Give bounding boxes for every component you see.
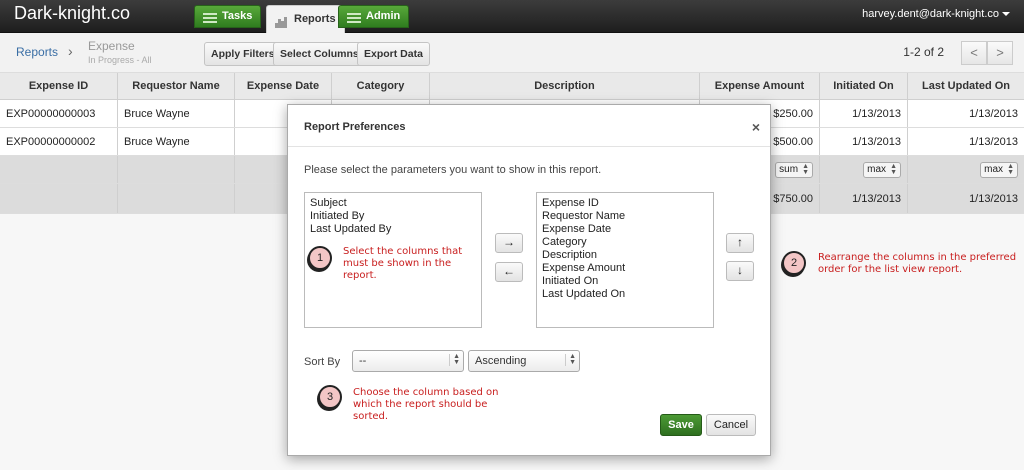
- list-icon: [347, 11, 361, 23]
- export-data-button[interactable]: Export Data: [357, 42, 430, 66]
- list-item[interactable]: Category: [542, 236, 708, 249]
- col-header[interactable]: Category: [332, 73, 430, 99]
- top-navbar: Dark-knight.co Tasks Reports Admin harve…: [0, 0, 1024, 33]
- tab-reports-label: Reports: [294, 13, 336, 25]
- total-cell: [0, 184, 118, 213]
- updated-aggregate-select[interactable]: max ▲ ▼: [980, 161, 1018, 178]
- total-cell: [118, 184, 235, 213]
- selected-columns-list[interactable]: Expense ID Requestor Name Expense Date C…: [536, 192, 714, 328]
- list-item[interactable]: Initiated By: [310, 210, 476, 223]
- col-header[interactable]: Expense ID: [0, 73, 118, 99]
- spinner-arrows-icon: ▲ ▼: [565, 353, 576, 366]
- annotation-note-1: Select the columns that must be shown in…: [343, 246, 463, 281]
- breadcrumb-expense: Expense: [88, 39, 135, 53]
- initiated-aggregate-value: max: [867, 164, 887, 175]
- tab-tasks-label: Tasks: [222, 10, 253, 22]
- list-item[interactable]: Description: [542, 249, 708, 262]
- prev-page-button[interactable]: <: [961, 41, 987, 65]
- annotation-badge-1: 1: [308, 246, 332, 270]
- agg-cell: max ▲ ▼: [908, 156, 1024, 183]
- close-icon[interactable]: ×: [752, 119, 760, 135]
- list-item[interactable]: Expense Date: [542, 223, 708, 236]
- amount-aggregate-value: sum: [779, 164, 799, 175]
- sort-order-value: Ascending: [475, 355, 527, 367]
- agg-cell: max ▲ ▼: [820, 156, 908, 183]
- col-header[interactable]: Requestor Name: [118, 73, 235, 99]
- list-item[interactable]: Requestor Name: [542, 210, 708, 223]
- updated-aggregate-value: max: [984, 164, 1004, 175]
- tab-admin[interactable]: Admin: [338, 5, 410, 28]
- initiated-aggregate-select[interactable]: max ▲ ▼: [863, 161, 901, 178]
- sort-by-select[interactable]: -- ▲ ▼: [352, 350, 464, 372]
- pagination-text: 1-2 of 2: [903, 45, 944, 59]
- col-header[interactable]: Expense Date: [235, 73, 332, 99]
- table-header-row: Expense ID Requestor Name Expense Date C…: [0, 73, 1024, 100]
- spinner-arrows-icon: ▲ ▼: [1007, 162, 1014, 176]
- agg-cell: [118, 156, 235, 183]
- agg-cell: [0, 156, 118, 183]
- tab-reports[interactable]: Reports: [266, 5, 345, 33]
- arrow-left-icon: ←: [503, 264, 515, 278]
- dialog-title: Report Preferences: [304, 121, 406, 133]
- list-item[interactable]: Initiated On: [542, 275, 708, 288]
- annotation-badge-2: 2: [782, 251, 806, 275]
- spinner-arrows-icon: ▲ ▼: [449, 353, 460, 366]
- cell-initiated: 1/13/2013: [820, 100, 908, 127]
- arrow-down-icon: ↓: [737, 263, 743, 277]
- spinner-arrows-icon: ▲ ▼: [890, 162, 897, 176]
- cell-expense-id: EXP00000000002: [0, 128, 118, 155]
- report-toolbar: Reports › Expense In Progress - All Appl…: [0, 33, 1024, 73]
- list-icon: [203, 11, 217, 23]
- move-down-button[interactable]: ↓: [726, 261, 754, 281]
- save-button[interactable]: Save: [660, 414, 702, 436]
- apply-filters-button[interactable]: Apply Filters: [204, 42, 282, 66]
- caret-down-icon: [1002, 12, 1010, 17]
- cell-expense-id: EXP00000000003: [0, 100, 118, 127]
- list-item[interactable]: Last Updated On: [542, 288, 708, 301]
- list-item[interactable]: Subject: [310, 197, 476, 210]
- dialog-header: Report Preferences ×: [288, 105, 770, 147]
- cell-initiated: 1/13/2013: [820, 128, 908, 155]
- select-columns-button[interactable]: Select Columns: [273, 42, 366, 66]
- sort-order-select[interactable]: Ascending ▲ ▼: [468, 350, 580, 372]
- report-preferences-dialog: Report Preferences × Please select the p…: [287, 104, 771, 456]
- cell-requestor: Bruce Wayne: [118, 100, 235, 127]
- arrow-right-icon: →: [503, 235, 515, 249]
- cell-updated: 1/13/2013: [969, 135, 1018, 148]
- breadcrumb-reports[interactable]: Reports: [16, 45, 58, 59]
- move-right-button[interactable]: →: [495, 233, 523, 253]
- bar-chart-icon: [275, 14, 289, 28]
- col-header[interactable]: Expense Amount: [700, 73, 820, 99]
- total-initiated: 1/13/2013: [820, 184, 908, 213]
- tab-admin-label: Admin: [366, 10, 401, 22]
- cell-requestor: Bruce Wayne: [118, 128, 235, 155]
- col-header[interactable]: Description: [430, 73, 700, 99]
- user-menu[interactable]: harvey.dent@dark-knight.co: [862, 8, 1010, 20]
- sort-by-label: Sort By: [304, 356, 341, 368]
- sort-by-value: --: [359, 355, 367, 367]
- annotation-badge-3: 3: [318, 385, 342, 409]
- dialog-intro: Please select the parameters you want to…: [304, 164, 602, 176]
- arrow-up-icon: ↑: [737, 235, 743, 249]
- move-up-button[interactable]: ↑: [726, 233, 754, 253]
- tab-tasks[interactable]: Tasks: [194, 5, 262, 28]
- annotation-note-3: Choose the column based on which the rep…: [353, 387, 499, 422]
- cell-updated: 1/13/2013: [969, 107, 1018, 120]
- annotation-note-2: Rearrange the columns in the preferred o…: [818, 252, 1017, 275]
- spinner-arrows-icon: ▲ ▼: [802, 162, 809, 176]
- breadcrumb-subtitle: In Progress - All: [88, 55, 152, 65]
- col-header[interactable]: Initiated On: [820, 73, 908, 99]
- col-header[interactable]: Last Updated On: [908, 73, 1024, 99]
- list-item[interactable]: Last Updated By: [310, 223, 476, 236]
- amount-aggregate-select[interactable]: sum ▲ ▼: [775, 161, 813, 178]
- list-item[interactable]: Expense Amount: [542, 262, 708, 275]
- list-item[interactable]: Expense ID: [542, 197, 708, 210]
- cancel-button[interactable]: Cancel: [706, 414, 756, 436]
- user-email: harvey.dent@dark-knight.co: [862, 8, 999, 20]
- next-page-button[interactable]: >: [987, 41, 1013, 65]
- move-left-button[interactable]: ←: [495, 262, 523, 282]
- chevron-right-icon: ›: [68, 43, 73, 59]
- total-updated: 1/13/2013: [969, 192, 1018, 205]
- brand-logo[interactable]: Dark-knight.co: [14, 3, 130, 24]
